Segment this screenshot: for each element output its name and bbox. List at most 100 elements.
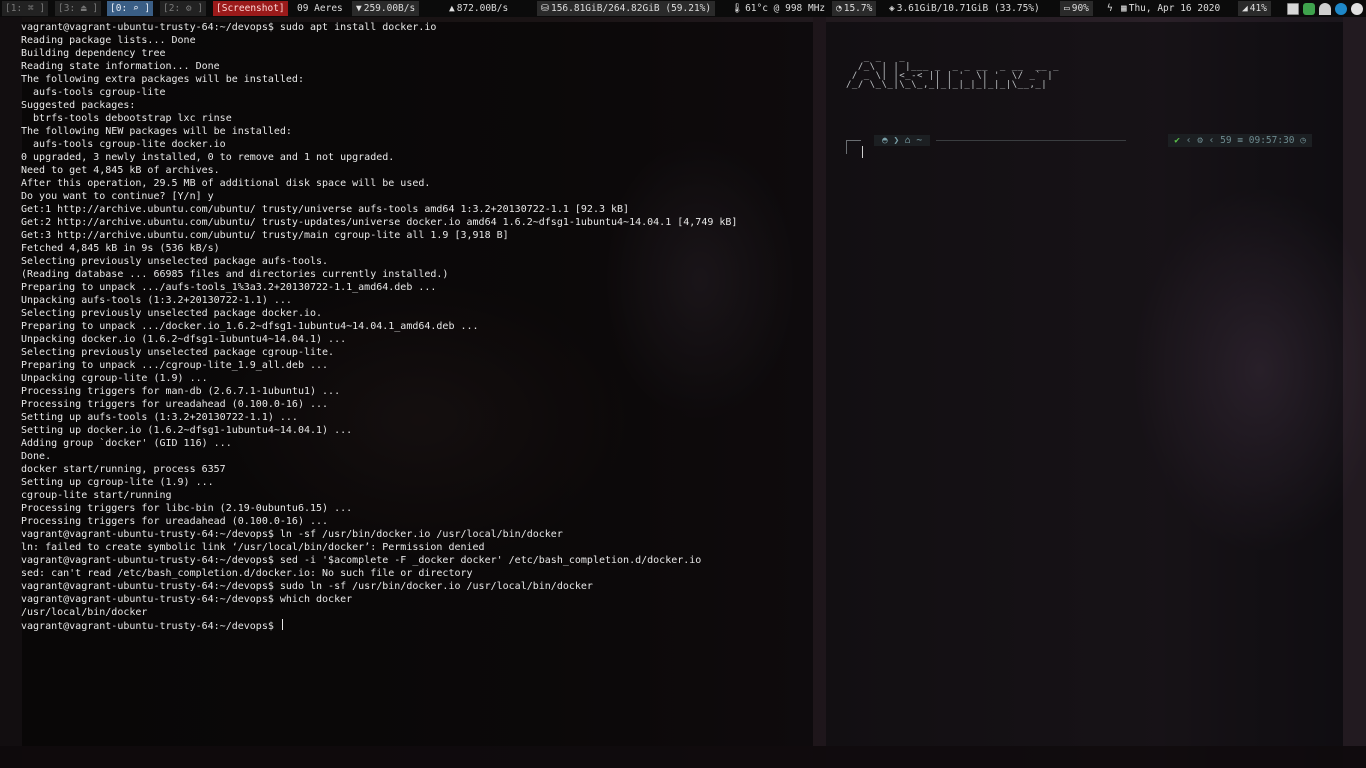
terminal-line: Get:2 http://archive.ubuntu.com/ubuntu/ … — [21, 216, 737, 229]
terminal-line-text: btrfs-tools debootstrap lxc rinse — [21, 113, 232, 124]
arrow-down-icon: ▼ — [356, 3, 362, 14]
terminal-line: Preparing to unpack .../cgroup-lite_1.9_… — [21, 359, 737, 372]
terminal-line: Unpacking aufs-tools (1:3.2+20130722-1.1… — [21, 294, 737, 307]
terminal-line-text: Processing triggers for libc-bin (2.19-0… — [21, 503, 353, 514]
terminal-line: Processing triggers for ureadahead (0.10… — [21, 515, 737, 528]
terminal-window-right[interactable] — [826, 22, 1343, 746]
volume-value: 41% — [1249, 3, 1267, 14]
terminal-line: Fetched 4,845 kB in 9s (536 kB/s) — [21, 242, 737, 255]
terminal-line-text: Selecting previously unselected package … — [21, 347, 335, 358]
battery-icon: ▭ — [1064, 3, 1070, 14]
terminal-line: Get:3 http://archive.ubuntu.com/ubuntu/ … — [21, 229, 737, 242]
terminal-line: /usr/local/bin/docker — [21, 606, 737, 619]
calendar-icon: ▦ — [1121, 3, 1127, 14]
terminal-line-text: vagrant@vagrant-ubuntu-trusty-64:~/devop… — [21, 529, 563, 540]
terminal-line-text: Selecting previously unselected package … — [21, 308, 323, 319]
terminal-line: Suggested packages: — [21, 99, 737, 112]
terminal-line-text: Preparing to unpack .../cgroup-lite_1.9_… — [21, 360, 329, 371]
terminal-line: Building dependency tree — [21, 47, 737, 60]
terminal-line-text: Processing triggers for man-db (2.6.7.1-… — [21, 386, 341, 397]
wallpaper-ground — [0, 746, 1366, 768]
terminal-line: sed: can't read /etc/bash_completion.d/d… — [21, 567, 737, 580]
terminal-line: vagrant@vagrant-ubuntu-trusty-64:~/devop… — [21, 580, 737, 593]
terminal-line: Selecting previously unselected package … — [21, 255, 737, 268]
terminal-line-text: ln: failed to create symbolic link ‘/usr… — [21, 542, 485, 553]
memory-icon: ◈ — [889, 3, 895, 14]
terminal-line: Reading package lists... Done — [21, 34, 737, 47]
terminal-line: Setting up docker.io (1.6.2~dfsg1-1ubunt… — [21, 424, 737, 437]
shell-prompt: ◓ ❯ ⌂ ~ ✔ ‹ ⚙ ‹ 59 ≡ 09:57:30 ◷ — [846, 134, 1312, 154]
workspace-screenshot-button[interactable]: [Screenshot] — [213, 1, 288, 16]
terminal-line: ln: failed to create symbolic link ‘/usr… — [21, 541, 737, 554]
terminal-line-text: vagrant@vagrant-ubuntu-trusty-64:~/devop… — [21, 22, 437, 33]
arrow-up-icon: ▲ — [449, 3, 455, 14]
terminal-line-text: Fetched 4,845 kB in 9s (536 kB/s) — [21, 243, 220, 254]
prompt-left-segment: ◓ ❯ ⌂ ~ — [874, 135, 931, 146]
terminal-line-text: Preparing to unpack .../docker.io_1.6.2~… — [21, 321, 479, 332]
memory-value: 3.61GiB/10.71GiB (33.75%) — [896, 3, 1040, 14]
terminal-line-text: Selecting previously unselected package … — [21, 256, 329, 267]
terminal-line-text: The following NEW packages will be insta… — [21, 126, 292, 137]
terminal-line-text: vagrant@vagrant-ubuntu-trusty-64:~/devop… — [21, 621, 280, 632]
bluetooth-tray-icon[interactable] — [1335, 3, 1347, 15]
terminal-line: vagrant@vagrant-ubuntu-trusty-64:~/devop… — [21, 554, 737, 567]
text-cursor — [862, 146, 863, 158]
workspace-0-button[interactable]: [0: ⌕ ] — [107, 1, 154, 16]
terminal-line-text: Reading package lists... Done — [21, 35, 196, 46]
terminal-line: Need to get 4,845 kB of archives. — [21, 164, 737, 177]
workspace-1-button[interactable]: [1: ⌘ ] — [2, 1, 49, 16]
terminal-line: 0 upgraded, 3 newly installed, 0 to remo… — [21, 151, 737, 164]
chat-tray-icon[interactable] — [1351, 3, 1363, 15]
terminal-line-text: aufs-tools cgroup-lite — [21, 87, 166, 98]
terminal-line-text: vagrant@vagrant-ubuntu-trusty-64:~/devop… — [21, 555, 702, 566]
clock-icon: ◷ — [1300, 135, 1306, 146]
prompt-divider — [936, 140, 1126, 141]
thermometer-icon: 🌡 — [731, 3, 744, 14]
terminal-line: vagrant@vagrant-ubuntu-trusty-64:~/devop… — [21, 593, 737, 606]
terminal-line-text: /usr/local/bin/docker — [21, 607, 148, 618]
ascii-art-banner: _ _ _ /_\ | | |___ _ _ _ __ _ __ __ _ / … — [846, 53, 1060, 90]
terminal-line-text: Adding group `docker' (GID 116) ... — [21, 438, 232, 449]
terminal-line-text: sed: can't read /etc/bash_completion.d/d… — [21, 568, 473, 579]
terminal-line: vagrant@vagrant-ubuntu-trusty-64:~/devop… — [21, 21, 737, 34]
terminal-line-text: vagrant@vagrant-ubuntu-trusty-64:~/devop… — [21, 581, 593, 592]
workspace-3-button[interactable]: [3: ⏏ ] — [55, 1, 102, 16]
terminal-line: docker start/running, process 6357 — [21, 463, 737, 476]
prompt-time: 09:57:30 — [1248, 135, 1295, 146]
terminal-line: Setting up cgroup-lite (1.9) ... — [21, 476, 737, 489]
terminal-line-text: The following extra packages will be ins… — [21, 74, 304, 85]
power-icon: ϟ — [1107, 3, 1113, 14]
date-widget[interactable]: ▦ Thu, Apr 16 2020 — [1121, 1, 1220, 16]
terminal-line: Reading state information... Done — [21, 60, 737, 73]
terminal-line: Preparing to unpack .../docker.io_1.6.2~… — [21, 320, 737, 333]
terminal-line: aufs-tools cgroup-lite docker.io — [21, 138, 737, 151]
volume-widget[interactable]: ◢ 41% — [1238, 1, 1271, 16]
battery-value: 90% — [1071, 3, 1089, 14]
updates-tray-icon[interactable] — [1303, 3, 1315, 15]
terminal-line-text: 0 upgraded, 3 newly installed, 0 to remo… — [21, 152, 395, 163]
terminal-line-text: Unpacking aufs-tools (1:3.2+20130722-1.1… — [21, 295, 292, 306]
net-down-value: 259.00B/s — [363, 3, 416, 14]
prompt-bracket — [846, 140, 861, 154]
terminal-line-text: Setting up docker.io (1.6.2~dfsg1-1ubunt… — [21, 425, 353, 436]
terminal-line-text: Suggested packages: — [21, 100, 136, 111]
terminal-line: Adding group `docker' (GID 116) ... — [21, 437, 737, 450]
wifi-tray-icon[interactable] — [1319, 3, 1331, 15]
jobs-icon: ⚙ — [1197, 135, 1203, 146]
terminal-line-text: (Reading database ... 66985 files and di… — [21, 269, 449, 280]
terminal-output[interactable]: vagrant@vagrant-ubuntu-trusty-64:~/devop… — [21, 21, 737, 632]
terminal-line-text: Need to get 4,845 kB of archives. — [21, 165, 220, 176]
workspace-2-button[interactable]: [2: ⚙ ] — [160, 1, 207, 16]
disk-value: 156.81GiB/264.82GiB (59.21%) — [550, 3, 712, 14]
terminal-line-text: Get:2 http://archive.ubuntu.com/ubuntu/ … — [21, 217, 738, 228]
memory-widget: ◈ 3.61GiB/10.71GiB (33.75%) — [889, 1, 1040, 16]
cpu-load-value: 15.7% — [843, 3, 873, 14]
prompt-right-segment: ✔ ‹ ⚙ ‹ 59 ≡ 09:57:30 ◷ — [1168, 134, 1312, 147]
terminal-line: Setting up aufs-tools (1:3.2+20130722-1.… — [21, 411, 737, 424]
disk-widget: ⛁ 156.81GiB/264.82GiB (59.21%) — [537, 1, 716, 16]
terminal-line: After this operation, 29.5 MB of additio… — [21, 177, 737, 190]
terminal-line: (Reading database ... 66985 files and di… — [21, 268, 737, 281]
screenshot-tray-icon[interactable] — [1287, 3, 1299, 15]
text-cursor — [281, 619, 283, 630]
terminal-line: Do you want to continue? [Y/n] y — [21, 190, 737, 203]
